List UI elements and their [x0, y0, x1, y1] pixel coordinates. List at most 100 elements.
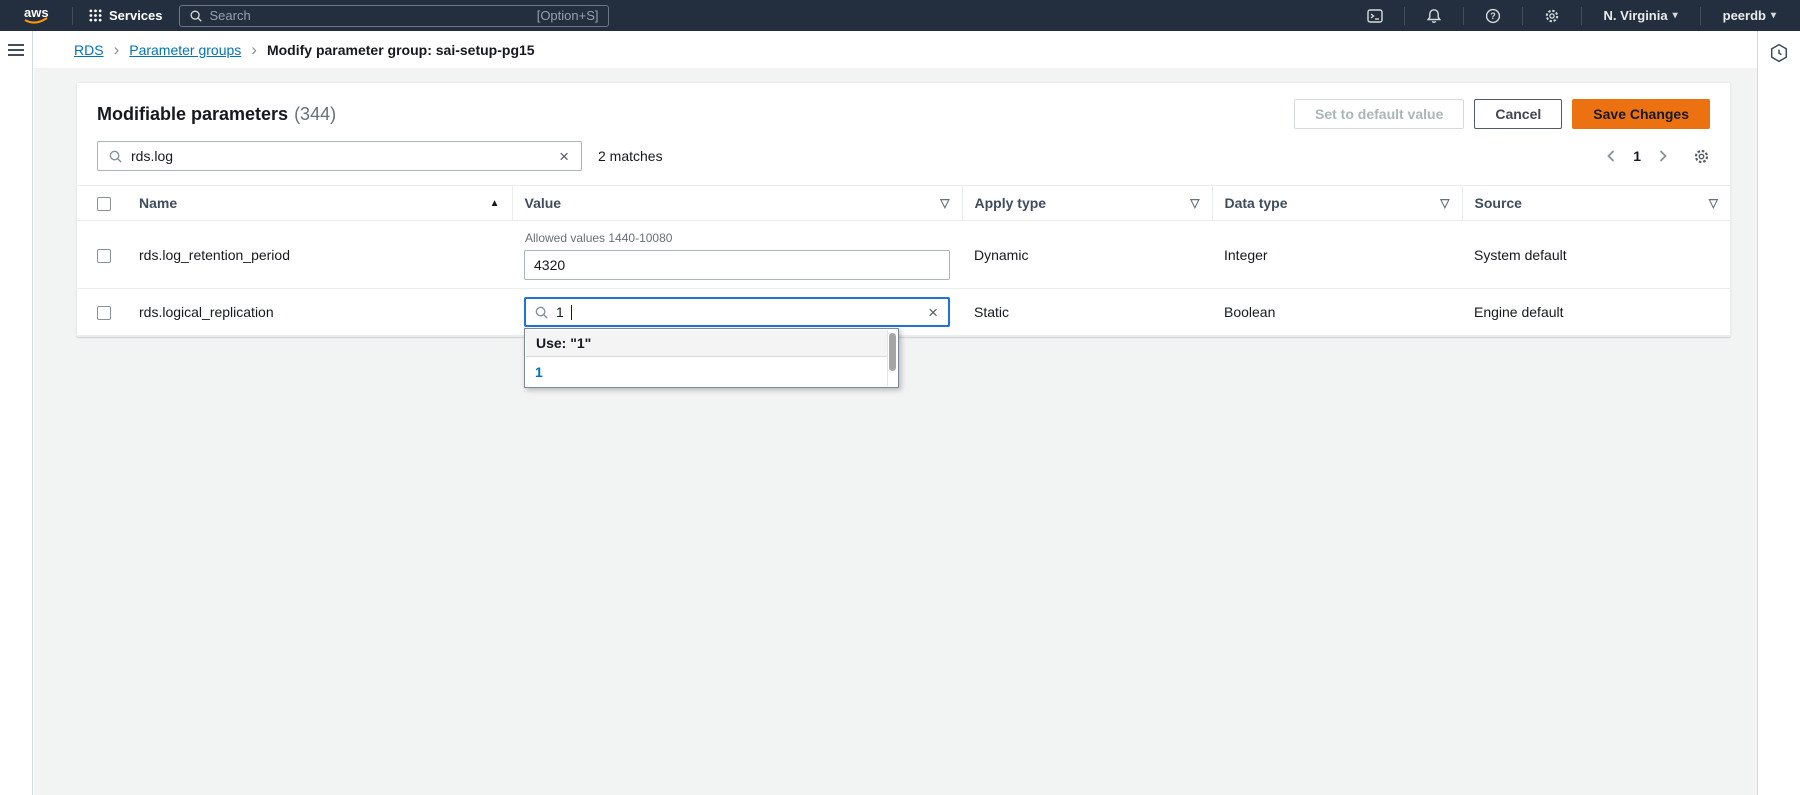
search-icon [534, 305, 549, 320]
search-icon [189, 9, 203, 23]
combobox-value: 1 [556, 304, 564, 320]
row-checkbox[interactable] [97, 249, 111, 263]
dropdown-scrollbar[interactable] [887, 330, 897, 386]
main-content: RDS › Parameter groups › Modify paramete… [34, 31, 1757, 795]
filter-icon[interactable]: ▽ [940, 196, 949, 210]
combobox-dropdown: Use: "1" 1 [524, 328, 899, 388]
topbar-divider [72, 7, 73, 25]
previous-page-button[interactable] [1597, 147, 1625, 165]
parameter-filter-box[interactable]: × [97, 141, 582, 171]
card-header: Modifiable parameters (344) Set to defau… [77, 83, 1730, 137]
topbar-divider [1522, 7, 1523, 25]
breadcrumb-separator-icon: › [251, 41, 257, 58]
column-label: Source [1475, 195, 1522, 211]
cloudshell-button[interactable] [1356, 0, 1394, 31]
table-row: rds.logical_replication 1 [77, 289, 1730, 336]
settings-button[interactable] [1533, 0, 1571, 31]
topbar-divider [1581, 7, 1582, 25]
page-title: Modifiable parameters (344) [97, 104, 336, 125]
clear-filter-button[interactable]: × [557, 148, 571, 165]
breadcrumb-rds-link[interactable]: RDS [74, 42, 104, 58]
column-label: Apply type [975, 195, 1047, 211]
aws-logo-icon: aws [18, 4, 54, 28]
left-rail [0, 31, 33, 795]
topbar-search-input[interactable] [210, 8, 530, 23]
svg-text:?: ? [1490, 11, 1496, 21]
aws-console-screen: aws Services [Option+S] [0, 0, 1800, 795]
row-checkbox[interactable] [97, 306, 111, 320]
save-changes-button[interactable]: Save Changes [1572, 99, 1710, 129]
column-label: Data type [1225, 195, 1288, 211]
topbar-divider [1700, 7, 1701, 25]
current-page-number[interactable]: 1 [1627, 148, 1647, 164]
amazon-q-hexagon-icon [1769, 43, 1789, 63]
parameter-name: rds.log_retention_period [127, 221, 512, 289]
table-row: rds.log_retention_period Allowed values … [77, 221, 1730, 289]
parameter-name: rds.logical_replication [127, 289, 512, 336]
column-header-name[interactable]: Name ▲ [127, 186, 512, 221]
breadcrumb-parameter-groups-link[interactable]: Parameter groups [129, 42, 241, 58]
dropdown-option[interactable]: 1 [525, 358, 898, 387]
pagination: 1 [1597, 147, 1710, 165]
topbar-right-cluster: ? N. Virginia ▾ peerdb ▾ [1356, 0, 1788, 31]
column-label: Value [525, 195, 562, 211]
column-label: Name [139, 195, 177, 211]
value-combobox[interactable]: 1 × [524, 297, 950, 327]
data-type-cell: Boolean [1212, 289, 1462, 336]
breadcrumb-separator-icon: › [114, 41, 120, 58]
parameter-filter-input[interactable] [131, 148, 549, 164]
cancel-button[interactable]: Cancel [1474, 99, 1562, 129]
search-shortcut-hint: [Option+S] [537, 8, 599, 23]
region-label: N. Virginia [1604, 8, 1668, 23]
parameters-table: Name ▲ Value ▽ Apply typ [77, 185, 1730, 336]
help-button[interactable]: ? [1474, 0, 1512, 31]
chevron-down-icon: ▾ [1771, 10, 1776, 21]
apply-type-cell: Dynamic [962, 221, 1212, 289]
column-header-source[interactable]: Source ▽ [1462, 186, 1730, 221]
parameter-value-input[interactable] [524, 250, 950, 280]
amazon-q-panel-button[interactable] [1769, 43, 1789, 66]
scrollbar-thumb[interactable] [889, 333, 896, 371]
topbar-search[interactable]: [Option+S] [179, 5, 609, 27]
region-selector[interactable]: N. Virginia ▾ [1592, 0, 1690, 31]
help-icon: ? [1485, 8, 1501, 24]
previous-page-icon [1605, 149, 1617, 163]
next-page-icon [1657, 149, 1669, 163]
text-cursor [571, 305, 572, 320]
use-entered-value-option[interactable]: Use: "1" [526, 330, 897, 357]
account-menu[interactable]: peerdb ▾ [1711, 0, 1788, 31]
clear-combobox-button[interactable]: × [926, 304, 940, 321]
chevron-down-icon: ▾ [1673, 10, 1678, 21]
data-type-cell: Integer [1212, 221, 1462, 289]
filter-icon[interactable]: ▽ [1190, 196, 1199, 210]
topbar-divider [1404, 7, 1405, 25]
modifiable-parameters-card: Modifiable parameters (344) Set to defau… [76, 82, 1731, 337]
services-grid-icon [89, 9, 102, 22]
services-menu-button[interactable]: Services [83, 0, 169, 31]
filter-icon[interactable]: ▽ [1709, 196, 1718, 210]
match-count: 2 matches [598, 148, 663, 164]
right-rail [1757, 31, 1800, 795]
notifications-button[interactable] [1415, 0, 1453, 31]
header-actions: Set to default value Cancel Save Changes [1294, 99, 1710, 129]
table-preferences-button[interactable] [1693, 148, 1710, 165]
sort-ascending-icon[interactable]: ▲ [490, 198, 500, 209]
column-header-data-type[interactable]: Data type ▽ [1212, 186, 1462, 221]
aws-logo[interactable]: aws [18, 4, 54, 28]
svg-text:aws: aws [24, 5, 49, 20]
column-header-value[interactable]: Value ▽ [512, 186, 962, 221]
topbar-divider [1463, 7, 1464, 25]
source-cell: Engine default [1462, 289, 1730, 336]
next-page-button[interactable] [1649, 147, 1677, 165]
parameter-count: (344) [294, 104, 336, 125]
select-all-checkbox[interactable] [97, 197, 111, 211]
search-icon [108, 149, 123, 164]
filter-icon[interactable]: ▽ [1440, 196, 1449, 210]
open-navigation-button[interactable] [7, 43, 25, 60]
preferences-gear-icon [1693, 148, 1710, 165]
breadcrumb: RDS › Parameter groups › Modify paramete… [34, 31, 1757, 68]
allowed-values-hint: Allowed values 1440-10080 [525, 231, 950, 245]
column-header-apply-type[interactable]: Apply type ▽ [962, 186, 1212, 221]
services-label: Services [109, 8, 163, 23]
set-to-default-button[interactable]: Set to default value [1294, 99, 1464, 129]
